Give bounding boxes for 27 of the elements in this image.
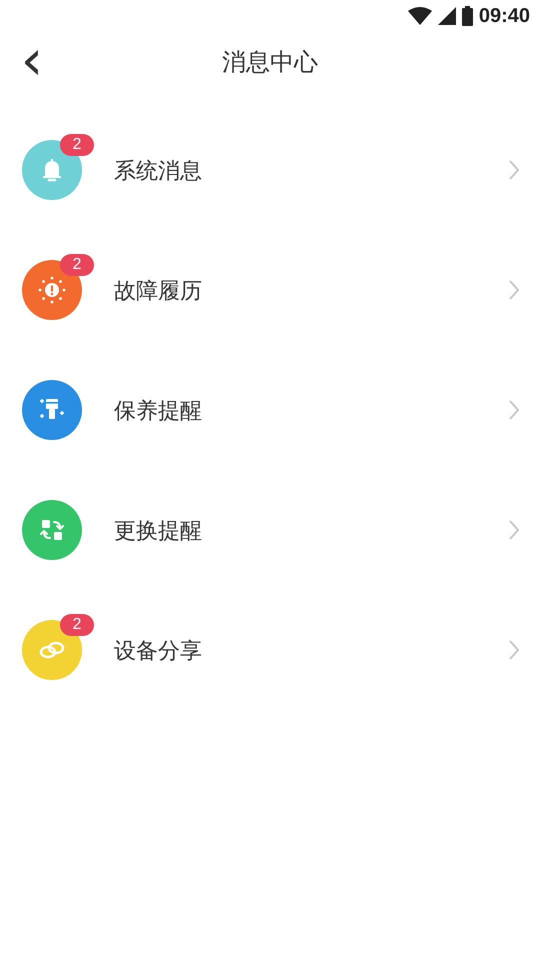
row-label: 设备分享	[114, 636, 202, 664]
row-label: 故障履历	[114, 276, 202, 304]
status-time: 09:40	[478, 4, 530, 29]
signal-icon	[438, 7, 456, 25]
unread-badge: 2	[60, 254, 94, 276]
chevron-icon	[508, 399, 520, 421]
row-label: 保养提醒	[114, 396, 202, 424]
message-row[interactable]: 更换提醒	[0, 470, 540, 590]
wifi-icon	[408, 7, 432, 25]
row-label: 更换提醒	[114, 516, 202, 544]
message-row[interactable]: 保养提醒	[0, 350, 540, 470]
unread-badge: 2	[60, 134, 94, 156]
page-title: 消息中心	[222, 48, 318, 78]
chevron-icon	[508, 279, 520, 301]
chevron-icon	[508, 159, 520, 181]
back-button[interactable]: ‹	[14, 36, 50, 86]
alert-icon	[37, 275, 67, 305]
chevron-icon	[508, 519, 520, 541]
chevron-icon	[508, 639, 520, 661]
unread-badge: 2	[60, 614, 94, 636]
message-row[interactable]: 2 系统消息	[0, 110, 540, 230]
link-icon	[37, 639, 67, 661]
row-label: 系统消息	[114, 156, 202, 184]
bell-icon	[40, 157, 64, 183]
battery-icon	[462, 6, 473, 26]
message-row[interactable]: 2 设备分享	[0, 590, 540, 710]
message-row[interactable]: 2 故障履历	[0, 230, 540, 350]
